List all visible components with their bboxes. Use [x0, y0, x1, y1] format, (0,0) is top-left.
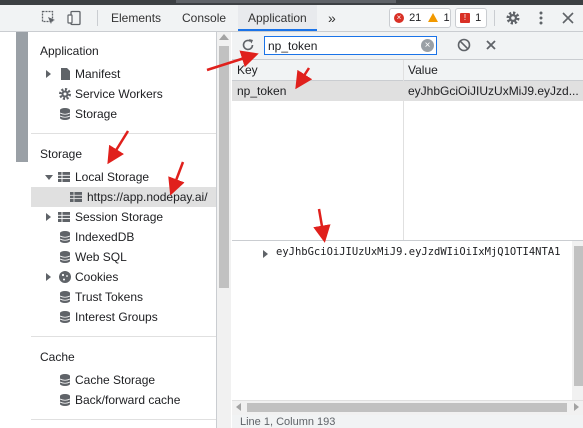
sidebar-item-label: Manifest: [75, 67, 121, 81]
sidebar-item-session-storage[interactable]: Session Storage: [31, 207, 216, 227]
table-cell-key: np_token: [237, 84, 287, 98]
sidebar-item-label: Web SQL: [75, 250, 127, 264]
table-row[interactable]: np_token eyJhbGciOiJIUzUxMiJ9.eyJzd...: [232, 81, 583, 101]
refresh-icon[interactable]: [240, 37, 256, 53]
sidebar-item-trust-tokens[interactable]: Trust Tokens: [31, 287, 216, 307]
device-toolbar-icon[interactable]: [67, 10, 83, 26]
sidebar-item-label: Service Workers: [75, 87, 163, 101]
tab-console[interactable]: Console: [172, 5, 236, 31]
sidebar-item-bfcache[interactable]: Back/forward cache: [31, 390, 216, 410]
sidebar-item-cookies[interactable]: Cookies: [31, 267, 216, 287]
sidebar-item-label: Cookies: [75, 270, 119, 284]
tab-elements[interactable]: Elements: [101, 5, 171, 31]
close-devtools-icon[interactable]: [560, 10, 576, 26]
sidebar-item-interest-groups[interactable]: Interest Groups: [31, 307, 216, 327]
clear-all-icon[interactable]: [456, 37, 472, 53]
issues-count: 1: [475, 12, 482, 24]
sidebar-item-label: Interest Groups: [75, 310, 158, 324]
sidebar-scrollbar-thumb[interactable]: [219, 46, 229, 288]
sidebar-item-label: Back/forward cache: [75, 393, 181, 407]
scroll-left-arrow-icon[interactable]: [236, 403, 241, 411]
warning-icon: [428, 9, 439, 27]
sidebar-item-storage-overview[interactable]: Storage: [31, 104, 216, 124]
delete-selected-icon[interactable]: [483, 37, 499, 53]
filter-box: ×: [264, 36, 437, 55]
expand-arrow-icon[interactable]: [46, 213, 51, 221]
database-icon: [58, 310, 72, 324]
warning-count: 1: [443, 12, 450, 24]
top-strip-accent: [176, 0, 396, 3]
cookie-icon: [58, 270, 72, 284]
section-title-application: Application: [40, 44, 99, 58]
database-icon: [58, 230, 72, 244]
table-grid-icon: [69, 190, 83, 204]
column-header-key[interactable]: Key: [237, 60, 258, 80]
sidebar-item-label: IndexedDB: [75, 230, 135, 244]
more-tabs-button[interactable]: »: [318, 5, 346, 31]
manifest-file-icon: [58, 67, 72, 81]
sidebar-item-local-storage-origin[interactable]: https://app.nodepay.ai/: [31, 187, 216, 207]
tab-application[interactable]: Application: [238, 5, 317, 31]
issues-icon: !: [460, 9, 470, 27]
filter-input[interactable]: [268, 38, 418, 53]
gear-icon: [58, 87, 72, 101]
table-bottom-border: [232, 240, 583, 241]
sidebar-item-label: Cache Storage: [75, 373, 156, 387]
preview-vertical-scrollbar-thumb[interactable]: [574, 246, 583, 386]
column-divider: [403, 60, 404, 240]
tabbar-separator: [97, 10, 98, 26]
cursor-position-text: Line 1, Column 193: [240, 416, 336, 428]
table-header: Key Value: [232, 60, 583, 81]
table-grid-icon: [57, 170, 71, 184]
sidebar-item-label: Storage: [75, 107, 118, 121]
section-title-cache: Cache: [40, 350, 75, 364]
error-count: 21: [409, 12, 422, 24]
sidebar-item-label: Session Storage: [75, 210, 164, 224]
column-header-value[interactable]: Value: [408, 60, 438, 80]
sidebar-item-label: Local Storage: [75, 170, 150, 184]
section-divider: [31, 336, 216, 337]
inspect-element-icon[interactable]: [41, 10, 57, 26]
scroll-up-arrow-icon[interactable]: [219, 34, 229, 40]
left-edge-strip: [16, 32, 28, 162]
annotation-arrow-value: [313, 208, 331, 243]
sidebar-item-label: https://app.nodepay.ai/: [87, 190, 208, 204]
section-title-storage: Storage: [40, 147, 83, 161]
database-icon: [58, 107, 72, 121]
clear-filter-icon[interactable]: ×: [421, 39, 434, 52]
preview-status-bar: Line 1, Column 193: [232, 415, 583, 428]
section-divider: [31, 133, 216, 134]
error-warning-counter[interactable]: × 21 1: [389, 8, 451, 28]
expand-arrow-icon[interactable]: [46, 273, 51, 281]
expand-arrow-icon[interactable]: [46, 70, 51, 78]
preview-horizontal-scrollbar-thumb[interactable]: [247, 403, 567, 412]
devtools-tabbar: Elements Console Application » × 21 1 ! …: [0, 5, 583, 32]
sidebar-item-websql[interactable]: Web SQL: [31, 247, 216, 267]
table-cell-value: eyJhbGciOiJIUzUxMiJ9.eyJzd...: [408, 84, 579, 98]
collapse-arrow-icon[interactable]: [45, 175, 53, 180]
kebab-menu-icon[interactable]: [533, 10, 549, 26]
sidebar-item-label: Trust Tokens: [75, 290, 144, 304]
database-icon: [58, 250, 72, 264]
expand-value-arrow-icon[interactable]: [263, 250, 268, 258]
sidebar-item-local-storage[interactable]: Local Storage: [31, 167, 216, 187]
value-preview: eyJhbGciOiJIUzUxMiJ9.eyJzdWIiOiIxMjQ1OTI…: [276, 246, 561, 258]
tabbar-separator: [494, 10, 495, 26]
error-icon: ×: [394, 9, 404, 27]
database-icon: [58, 290, 72, 304]
sidebar-item-service-workers[interactable]: Service Workers: [31, 84, 216, 104]
sidebar-item-cache-storage[interactable]: Cache Storage: [31, 370, 216, 390]
table-grid-icon: [57, 210, 71, 224]
sidebar-item-indexeddb[interactable]: IndexedDB: [31, 227, 216, 247]
section-divider: [31, 419, 216, 420]
database-icon: [58, 373, 72, 387]
issues-counter[interactable]: ! 1: [455, 8, 487, 28]
sidebar-item-manifest[interactable]: Manifest: [31, 64, 216, 84]
database-icon: [58, 393, 72, 407]
settings-gear-icon[interactable]: [505, 10, 521, 26]
scroll-right-arrow-icon[interactable]: [574, 403, 579, 411]
